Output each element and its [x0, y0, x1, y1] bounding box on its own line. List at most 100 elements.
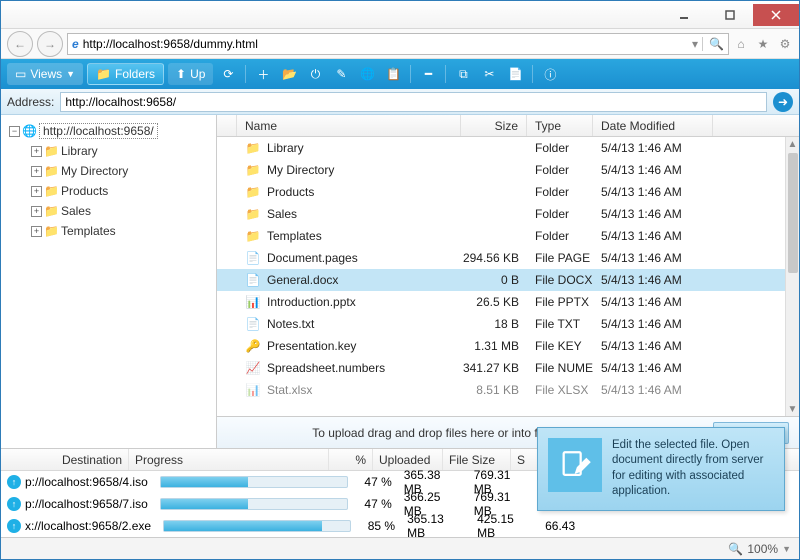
- expand-icon[interactable]: +: [31, 166, 42, 177]
- forward-button[interactable]: →: [37, 31, 63, 57]
- add-icon[interactable]: ＋: [252, 63, 274, 85]
- collapse-icon[interactable]: −: [9, 126, 20, 137]
- folder-icon: 📁: [245, 162, 261, 178]
- go-button[interactable]: ➜: [773, 92, 793, 112]
- up-button[interactable]: ⬆Up: [168, 63, 213, 85]
- close-button[interactable]: [753, 4, 799, 26]
- upload-row[interactable]: ↑x://localhost:9658/2.exe85 %365.13 MB42…: [1, 515, 799, 537]
- expand-icon[interactable]: +: [31, 146, 42, 157]
- paste-icon[interactable]: 📄: [504, 63, 526, 85]
- search-icon[interactable]: 🔍: [702, 37, 724, 51]
- back-button[interactable]: ←: [7, 31, 33, 57]
- expand-icon[interactable]: +: [31, 226, 42, 237]
- folders-button[interactable]: 📁Folders: [87, 63, 164, 85]
- file-row[interactable]: 📁LibraryFolder5/4/13 1:46 AM: [217, 137, 785, 159]
- upload-icon: ↑: [7, 519, 21, 533]
- minimize-button[interactable]: [661, 4, 707, 26]
- file-row[interactable]: 📁SalesFolder5/4/13 1:46 AM: [217, 203, 785, 225]
- maximize-button[interactable]: [707, 4, 753, 26]
- browser-nav: ← → e ▾ 🔍 ⌂ ★ ⚙: [1, 29, 799, 59]
- expand-icon[interactable]: +: [31, 186, 42, 197]
- address-bar: Address: ➜: [1, 89, 799, 115]
- info-icon[interactable]: ⓘ: [539, 63, 561, 85]
- url-bar[interactable]: e ▾ 🔍: [67, 33, 729, 55]
- col-type[interactable]: Type: [527, 115, 593, 136]
- scroll-up-icon[interactable]: ▲: [786, 137, 799, 151]
- power-icon[interactable]: ⏻: [304, 63, 326, 85]
- col-destination[interactable]: Destination: [1, 449, 129, 470]
- folder-icon: 📁: [245, 140, 261, 156]
- edit-icon[interactable]: ✎: [330, 63, 352, 85]
- edit-tooltip: Edit the selected file. Open document di…: [537, 427, 785, 511]
- file-row[interactable]: 📁My DirectoryFolder5/4/13 1:46 AM: [217, 159, 785, 181]
- edit-document-icon: [548, 438, 602, 492]
- ie-icon: e: [72, 37, 79, 51]
- address-input[interactable]: [60, 92, 767, 112]
- folder-icon: 📁: [44, 224, 59, 238]
- tree-item[interactable]: +📁Library: [5, 141, 212, 161]
- cut-icon[interactable]: ✂: [478, 63, 500, 85]
- remove-icon[interactable]: ━: [417, 63, 439, 85]
- col-percent[interactable]: %: [329, 449, 373, 470]
- file-row[interactable]: 📁ProductsFolder5/4/13 1:46 AM: [217, 181, 785, 203]
- col-size[interactable]: Size: [461, 115, 527, 136]
- refresh-icon[interactable]: ⟳: [217, 63, 239, 85]
- file-row[interactable]: 🔑Presentation.key1.31 MBFile KEY5/4/13 1…: [217, 335, 785, 357]
- file-row[interactable]: 📄General.docx0 BFile DOCX5/4/13 1:46 AM: [217, 269, 785, 291]
- col-filesize[interactable]: File Size: [443, 449, 511, 470]
- folder-icon: 📁: [44, 204, 59, 218]
- upload-icon: ↑: [7, 475, 21, 489]
- globe-icon[interactable]: 🌐: [356, 63, 378, 85]
- scroll-down-icon[interactable]: ▼: [786, 402, 799, 416]
- pages-icon: 📄: [245, 250, 261, 266]
- address-label: Address:: [7, 95, 54, 109]
- folder-icon: 📁: [245, 228, 261, 244]
- newfolder-icon[interactable]: 📂: [278, 63, 300, 85]
- col-name[interactable]: Name: [237, 115, 461, 136]
- scrollbar[interactable]: ▲ ▼: [785, 137, 799, 416]
- folder-tree[interactable]: − 🌐 http://localhost:9658/ +📁Library+📁My…: [1, 115, 217, 448]
- status-bar: 🔍 100% ▼: [1, 537, 799, 559]
- file-row[interactable]: 📊Introduction.pptx26.5 KBFile PPTX5/4/13…: [217, 291, 785, 313]
- pptx-icon: 📊: [245, 294, 261, 310]
- tree-item[interactable]: +📁Sales: [5, 201, 212, 221]
- folder-icon: 📁: [245, 206, 261, 222]
- folder-icon: 📁: [245, 184, 261, 200]
- tree-item[interactable]: +📁Templates: [5, 221, 212, 241]
- col-uploaded[interactable]: Uploaded: [373, 449, 443, 470]
- clipboard-icon[interactable]: 📋: [382, 63, 404, 85]
- file-row[interactable]: 📄Document.pages294.56 KBFile PAGE5/4/13 …: [217, 247, 785, 269]
- tree-root[interactable]: − 🌐 http://localhost:9658/: [5, 121, 212, 141]
- zoom-control[interactable]: 🔍 100% ▼: [728, 542, 791, 556]
- dropdown-icon[interactable]: ▾: [692, 37, 698, 51]
- scroll-thumb[interactable]: [788, 153, 798, 273]
- file-row[interactable]: 📁TemplatesFolder5/4/13 1:46 AM: [217, 225, 785, 247]
- views-button[interactable]: ▭Views▼: [7, 63, 83, 85]
- column-headers[interactable]: Name Size Type Date Modified: [217, 115, 799, 137]
- expand-icon[interactable]: +: [31, 206, 42, 217]
- copy-icon[interactable]: ⧉: [452, 63, 474, 85]
- col-date[interactable]: Date Modified: [593, 115, 713, 136]
- docx-icon: 📄: [245, 272, 261, 288]
- url-input[interactable]: [83, 37, 688, 51]
- app-toolbar: ▭Views▼ 📁Folders ⬆Up ⟳ ＋ 📂 ⏻ ✎ 🌐 📋 ━ ⧉ ✂…: [1, 59, 799, 89]
- folder-icon: 📁: [44, 144, 59, 158]
- txt-icon: 📄: [245, 316, 261, 332]
- file-row[interactable]: 📄Notes.txt18 BFile TXT5/4/13 1:46 AM: [217, 313, 785, 335]
- home-icon[interactable]: ⌂: [733, 36, 749, 52]
- chevron-down-icon[interactable]: ▼: [782, 544, 791, 554]
- file-row[interactable]: 📊Stat.xlsx8.51 KBFile XLSX5/4/13 1:46 AM: [217, 379, 785, 401]
- favorites-icon[interactable]: ★: [755, 36, 771, 52]
- numbers-icon: 📈: [245, 360, 261, 376]
- tools-icon[interactable]: ⚙: [777, 36, 793, 52]
- progress-bar: [163, 520, 351, 532]
- uploads-panel: Destination Progress % Uploaded File Siz…: [1, 448, 799, 537]
- tree-item[interactable]: +📁Products: [5, 181, 212, 201]
- col-progress[interactable]: Progress: [129, 449, 329, 470]
- monitor-icon: ▭: [15, 67, 26, 81]
- key-icon: 🔑: [245, 338, 261, 354]
- globe-icon: 🌐: [22, 124, 37, 138]
- file-row[interactable]: 📈Spreadsheet.numbers341.27 KBFile NUME5/…: [217, 357, 785, 379]
- xlsx-icon: 📊: [245, 382, 261, 398]
- tree-item[interactable]: +📁My Directory: [5, 161, 212, 181]
